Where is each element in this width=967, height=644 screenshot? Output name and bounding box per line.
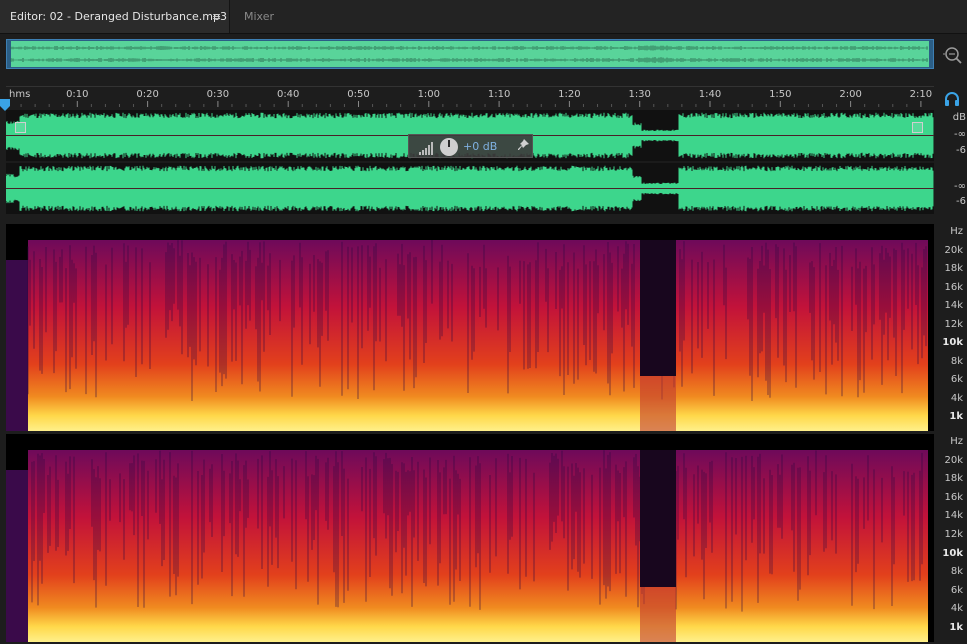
hz-label: 14k	[944, 510, 963, 522]
hz-label: 4k	[950, 392, 963, 404]
db-label: -6	[956, 145, 966, 156]
hz-label: 8k	[950, 566, 963, 578]
hz-label: 6k	[950, 374, 963, 385]
db-label: -∞	[954, 181, 966, 192]
hz-label: 12k	[944, 529, 963, 540]
waveform-channel-right[interactable]	[6, 163, 934, 214]
hz-label: Hz	[950, 436, 963, 447]
tab-menu-icon[interactable]: ≡	[212, 0, 221, 33]
db-unit-label: dB	[952, 112, 966, 123]
hz-label: 16k	[944, 281, 963, 293]
db-scale-channel-1: dB -∞ -6	[936, 112, 966, 162]
hz-label: 10k	[942, 337, 963, 348]
spectrogram-channel-right[interactable]	[6, 434, 934, 642]
volume-knob[interactable]	[440, 138, 458, 156]
fade-out-handle[interactable]	[912, 122, 923, 133]
pin-icon[interactable]	[518, 139, 529, 154]
playhead-marker[interactable]	[0, 96, 10, 111]
hz-label: 8k	[950, 355, 963, 367]
db-label: -∞	[954, 129, 966, 140]
overview-waveform[interactable]	[6, 39, 934, 69]
hz-label: 1k	[949, 411, 963, 422]
panel-splitter-handle[interactable]	[495, 216, 519, 229]
overview-waveform-graphic	[10, 41, 929, 67]
tab-mixer-label: Mixer	[244, 10, 275, 23]
waveform-display[interactable]	[6, 110, 934, 214]
hz-label: 1k	[949, 622, 963, 633]
tab-editor[interactable]: Editor: 02 - Deranged Disturbance.mp3 ≡	[0, 0, 230, 33]
time-ruler[interactable]: hms 0:10 0:20 0:30 0:40 0:50 1:00 1:10 1:20 1:30…	[6, 86, 934, 107]
spectrogram-channel-left[interactable]	[6, 224, 934, 431]
hz-label: 20k	[944, 244, 963, 256]
tab-bar: Editor: 02 - Deranged Disturbance.mp3 ≡ …	[0, 0, 967, 34]
hz-label: 16k	[944, 491, 963, 503]
spectrogram-channel-right-graphic	[6, 450, 928, 642]
tab-editor-label: Editor: 02 - Deranged Disturbance.mp3	[10, 10, 227, 23]
hz-label: 14k	[944, 300, 963, 311]
db-scale-channel-2: -∞ -6	[936, 166, 966, 214]
volume-value[interactable]: +0 dB	[463, 140, 497, 153]
hz-label: 12k	[944, 318, 963, 330]
tab-mixer[interactable]: Mixer	[244, 0, 274, 33]
hz-scale-spectrogram-2: Hz 20k 18k 16k 14k 12k 10k 8k 6k 4k 1k	[936, 434, 965, 642]
hz-label: 4k	[950, 603, 963, 615]
fade-in-handle[interactable]	[15, 122, 26, 133]
ruler-tick-marks	[20, 101, 922, 107]
hz-label: 18k	[944, 473, 963, 485]
spectrogram-channel-left-graphic	[6, 240, 928, 431]
center-line	[6, 188, 934, 189]
hz-label: 18k	[944, 263, 963, 274]
hz-label: 6k	[950, 584, 963, 596]
hz-label: 10k	[942, 547, 963, 559]
db-label: -6	[956, 196, 966, 207]
hz-label: 20k	[944, 454, 963, 466]
hz-scale-spectrogram-1: Hz 20k 18k 16k 14k 12k 10k 8k 6k 4k 1k	[936, 224, 965, 431]
hz-label: Hz	[950, 226, 963, 237]
headphones-icon[interactable]	[944, 91, 960, 106]
zoom-icon[interactable]	[942, 44, 964, 66]
level-meter-icon	[419, 140, 435, 155]
volume-hud[interactable]: +0 dB	[408, 134, 533, 158]
